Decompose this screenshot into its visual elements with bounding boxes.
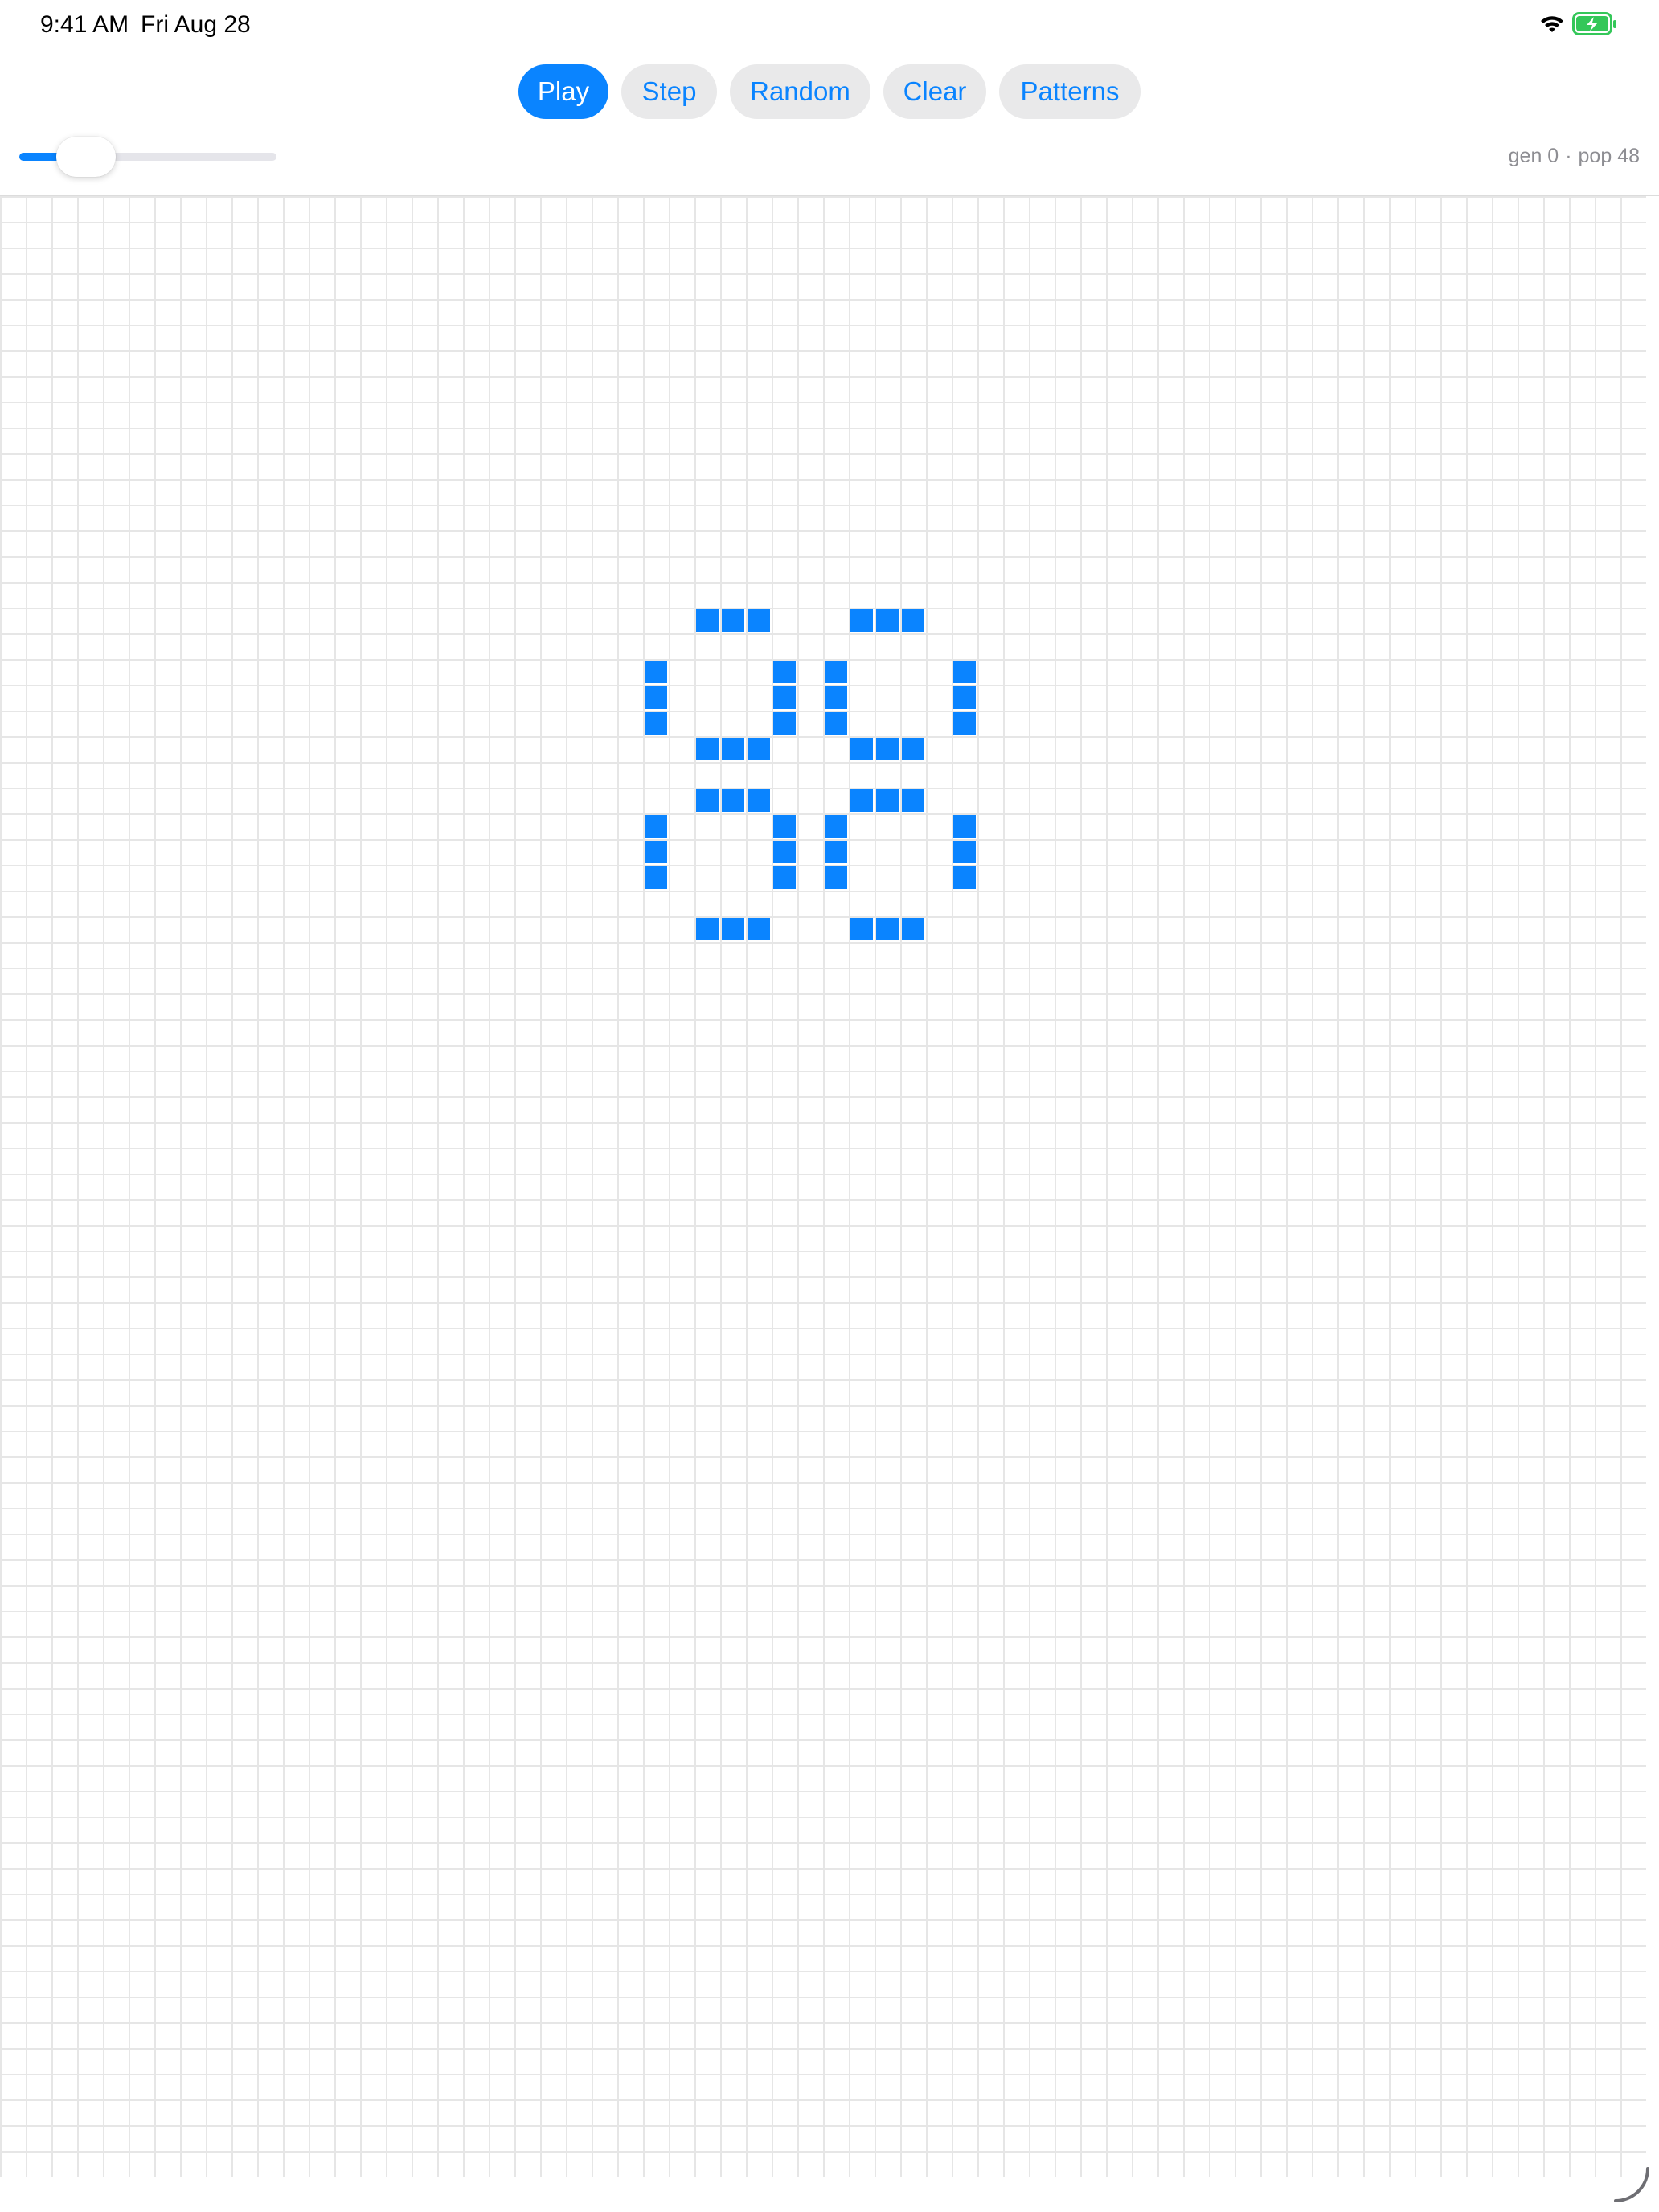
slider-thumb[interactable] xyxy=(56,137,117,177)
live-cell[interactable] xyxy=(825,841,847,863)
live-cell[interactable] xyxy=(773,841,796,863)
live-cell[interactable] xyxy=(773,866,796,889)
live-cell[interactable] xyxy=(953,841,976,863)
live-cell[interactable] xyxy=(876,609,899,632)
live-cell[interactable] xyxy=(645,815,667,838)
live-cell[interactable] xyxy=(850,918,873,940)
life-grid[interactable] xyxy=(0,196,1646,2177)
play-button[interactable]: Play xyxy=(518,64,608,119)
live-cell[interactable] xyxy=(696,609,719,632)
live-cell[interactable] xyxy=(748,789,770,812)
speed-slider[interactable] xyxy=(19,137,276,177)
live-cell[interactable] xyxy=(696,918,719,940)
status-date: Fri Aug 28 xyxy=(141,11,251,38)
live-cell[interactable] xyxy=(722,738,744,760)
wifi-icon xyxy=(1538,13,1566,39)
live-cell[interactable] xyxy=(773,686,796,709)
live-cell[interactable] xyxy=(953,661,976,683)
live-cell[interactable] xyxy=(696,738,719,760)
live-cell[interactable] xyxy=(850,789,873,812)
live-cell[interactable] xyxy=(902,918,924,940)
live-cell[interactable] xyxy=(773,661,796,683)
live-cell[interactable] xyxy=(645,866,667,889)
live-cell[interactable] xyxy=(876,789,899,812)
generation-population-label: gen 0 · pop 48 xyxy=(1509,145,1640,168)
live-cell[interactable] xyxy=(902,609,924,632)
live-cell[interactable] xyxy=(876,918,899,940)
live-cell[interactable] xyxy=(825,815,847,838)
live-cell[interactable] xyxy=(773,712,796,735)
live-cell[interactable] xyxy=(645,661,667,683)
live-cell[interactable] xyxy=(825,686,847,709)
live-cell[interactable] xyxy=(748,918,770,940)
live-cell[interactable] xyxy=(722,609,744,632)
live-cell[interactable] xyxy=(696,789,719,812)
live-cell[interactable] xyxy=(645,686,667,709)
status-time: 9:41 AM xyxy=(40,11,129,38)
live-cell[interactable] xyxy=(773,815,796,838)
live-cell[interactable] xyxy=(953,866,976,889)
clear-button[interactable]: Clear xyxy=(883,64,986,119)
live-cell[interactable] xyxy=(953,815,976,838)
live-cell[interactable] xyxy=(850,609,873,632)
resize-handle-icon[interactable] xyxy=(1612,2165,1653,2210)
live-cell[interactable] xyxy=(748,609,770,632)
live-cell[interactable] xyxy=(850,738,873,760)
live-cell[interactable] xyxy=(953,686,976,709)
live-cell[interactable] xyxy=(825,712,847,735)
population-count: pop 48 xyxy=(1578,145,1640,167)
live-cell[interactable] xyxy=(825,661,847,683)
generation-count: gen 0 xyxy=(1508,145,1559,167)
live-cell[interactable] xyxy=(722,789,744,812)
step-button[interactable]: Step xyxy=(621,64,717,119)
patterns-button[interactable]: Patterns xyxy=(999,64,1141,119)
live-cell[interactable] xyxy=(902,789,924,812)
stats-separator: · xyxy=(1565,145,1572,167)
live-cell[interactable] xyxy=(645,712,667,735)
live-cell[interactable] xyxy=(825,866,847,889)
live-cell[interactable] xyxy=(748,738,770,760)
live-cell[interactable] xyxy=(902,738,924,760)
live-cell[interactable] xyxy=(722,918,744,940)
status-bar: 9:41 AM Fri Aug 28 xyxy=(0,0,1659,51)
live-cell[interactable] xyxy=(953,712,976,735)
live-cell[interactable] xyxy=(876,738,899,760)
battery-charging-icon xyxy=(1572,12,1617,40)
toolbar: Play Step Random Clear Patterns xyxy=(0,64,1659,119)
live-cell[interactable] xyxy=(645,841,667,863)
random-button[interactable]: Random xyxy=(730,64,870,119)
